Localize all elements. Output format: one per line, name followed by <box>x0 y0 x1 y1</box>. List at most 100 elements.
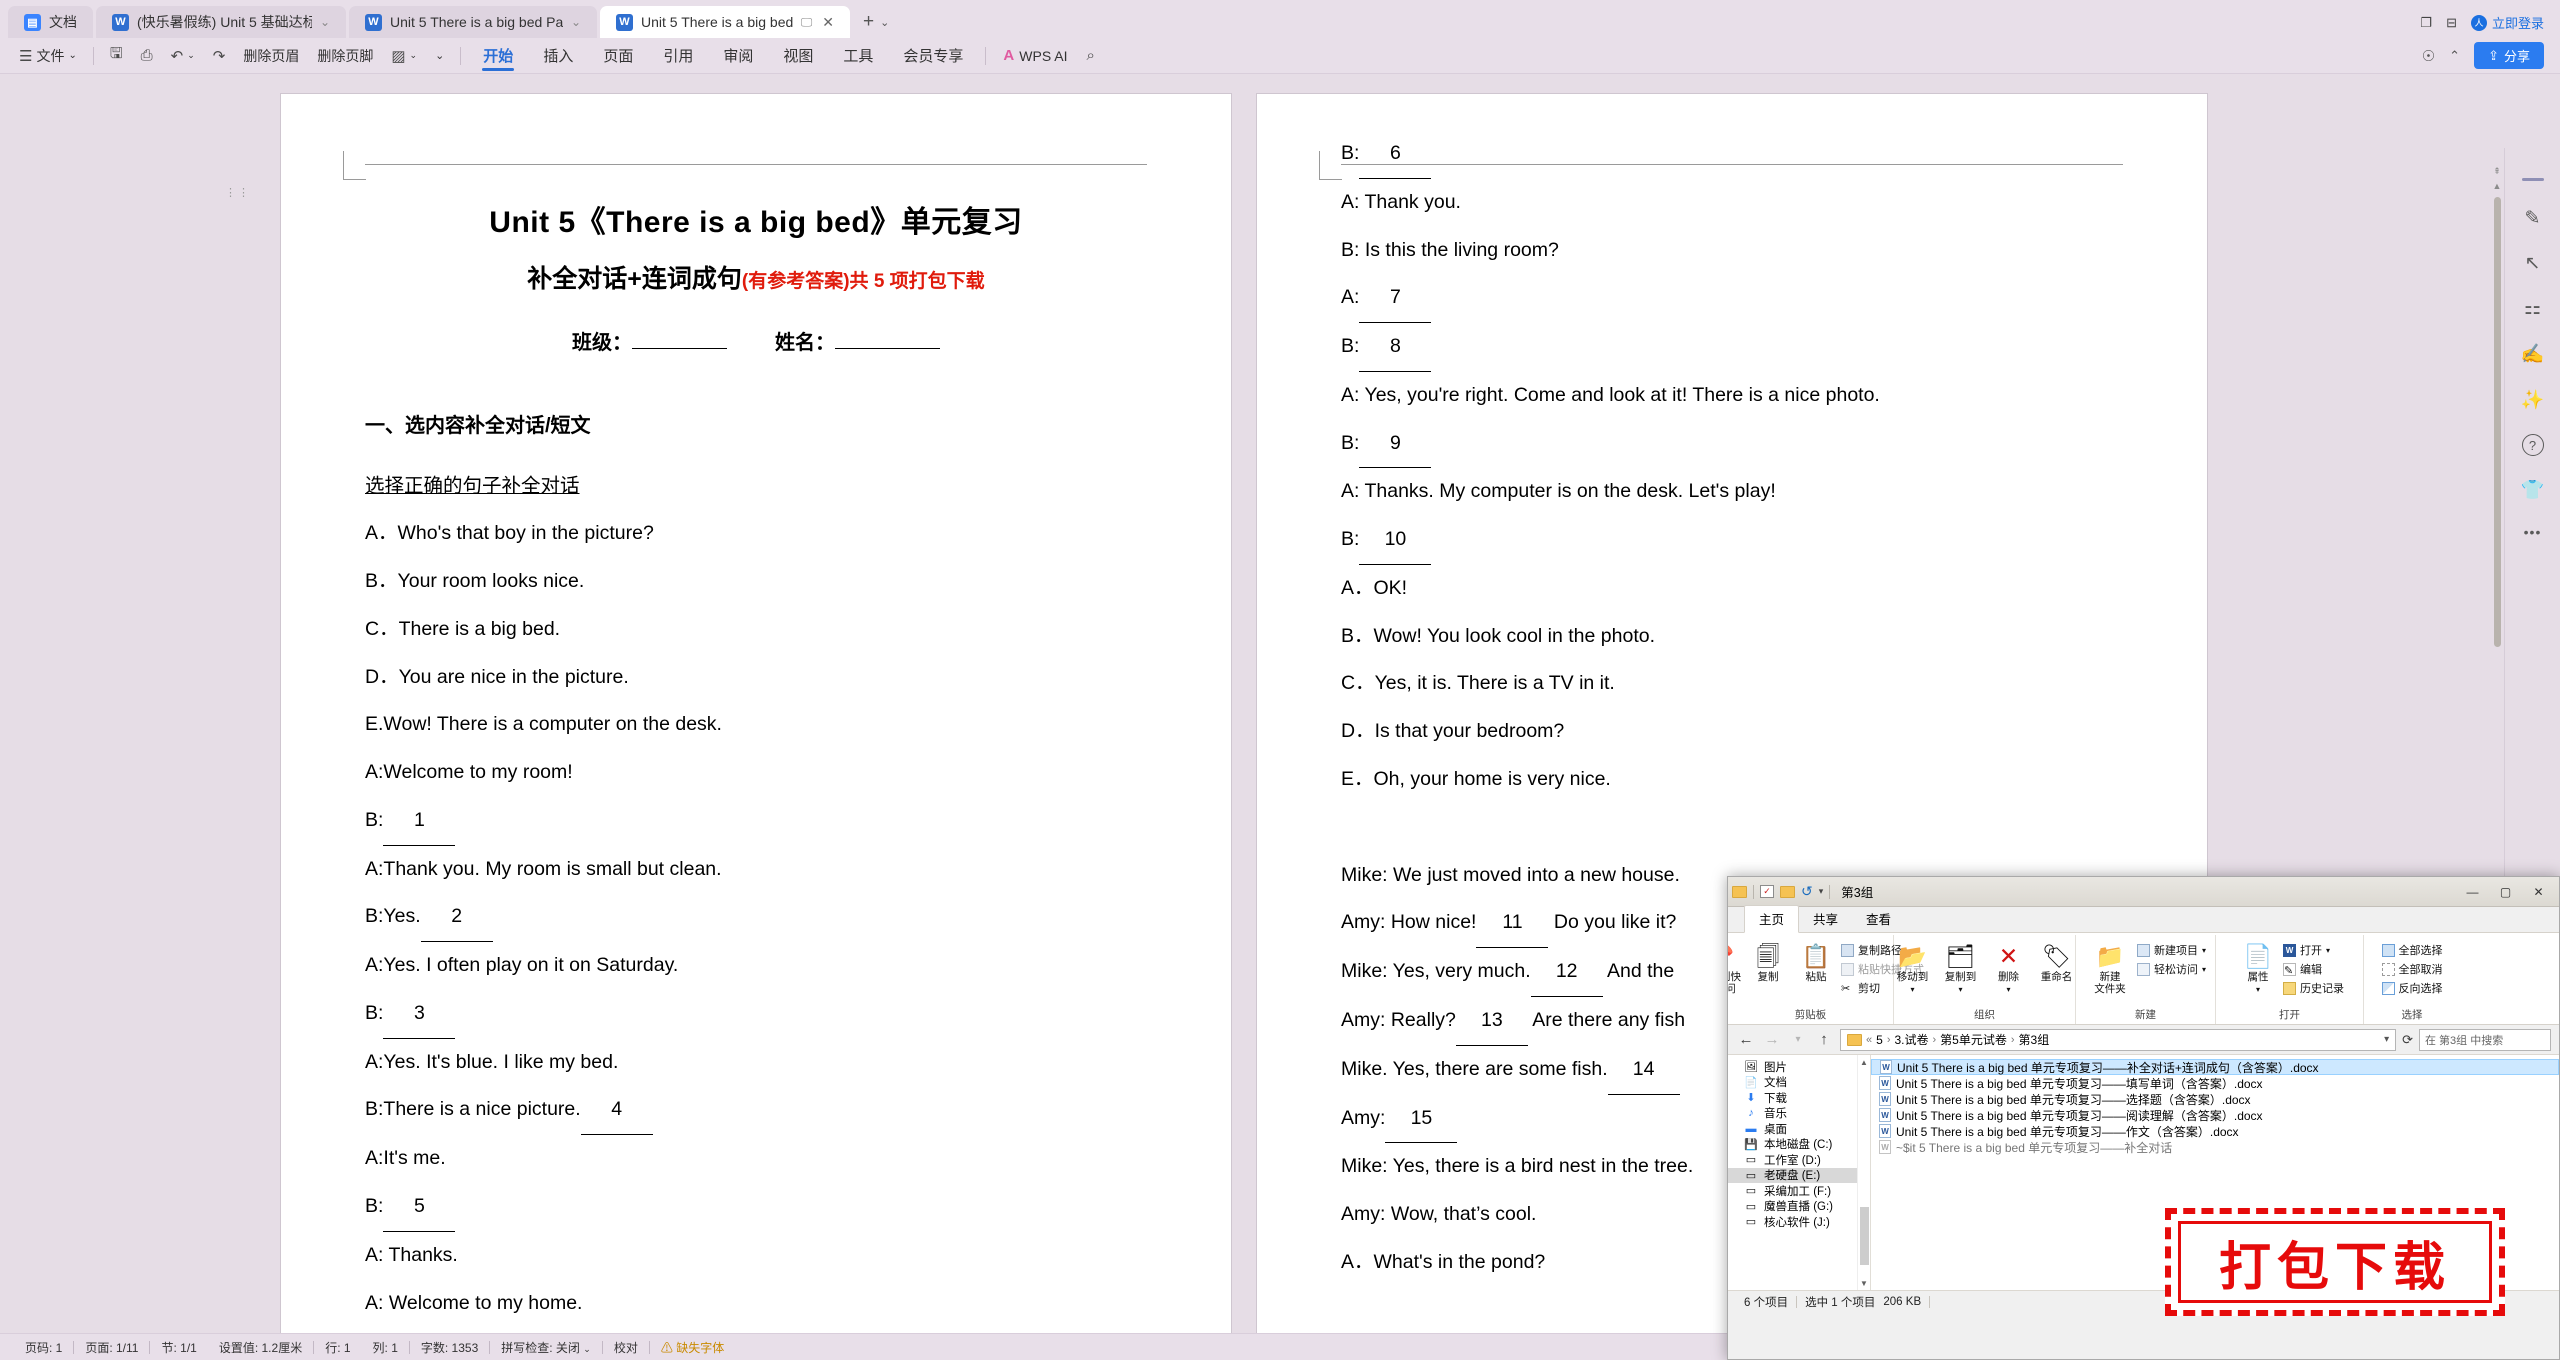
file-row[interactable]: W Unit 5 There is a big bed 单元专项复习——补全对话+… <box>1871 1059 2559 1075</box>
minimize-icon[interactable]: ⊟ <box>2446 15 2457 31</box>
tab-reference[interactable]: 引用 <box>648 39 708 73</box>
scrollbar-thumb[interactable] <box>1859 1207 1869 1265</box>
answer-blank[interactable]: 6 <box>1359 130 1432 179</box>
tab-share[interactable]: 共享 <box>1799 906 1852 932</box>
chevron-down-icon[interactable]: ▾ <box>1958 985 1962 994</box>
invert-selection-button[interactable]: 反向选择 <box>2381 980 2443 996</box>
explorer-title-bar[interactable]: ✓ ↺ ▾ 第3组 — ▢ ✕ <box>1728 877 2559 907</box>
back-icon[interactable]: ← <box>1736 1031 1756 1048</box>
breadcrumb-overflow[interactable]: « <box>1866 1034 1872 1046</box>
undo-icon[interactable]: ↺ <box>1801 883 1813 900</box>
undo-button[interactable]: ↶ ⌄ <box>162 42 204 70</box>
breadcrumb-item-unit5[interactable]: 第5单元试卷 <box>1940 1031 2007 1048</box>
chevron-down-icon[interactable]: ▾ <box>1819 886 1824 897</box>
hand-write-icon[interactable]: ✍ <box>2521 342 2545 366</box>
scrollbar-thumb[interactable] <box>2493 197 2501 647</box>
open-button[interactable]: W 打开 ▾ <box>2283 942 2344 958</box>
new-folder-button[interactable]: 📁 新建 文件夹 <box>2085 939 2135 996</box>
nav-item-desktop[interactable]: ▬ 桌面 <box>1728 1121 1870 1137</box>
chevron-down-icon[interactable]: ▾ <box>2326 946 2330 955</box>
answer-blank[interactable]: 14 <box>1607 1046 1680 1095</box>
tab-view[interactable]: 视图 <box>768 39 828 73</box>
chevron-down-icon[interactable]: ▾ <box>2384 1034 2389 1045</box>
select-none-button[interactable]: 全部取消 <box>2381 961 2443 977</box>
wps-ai-button[interactable]: A WPS AI <box>993 47 1077 64</box>
scroll-top-icon[interactable]: ⇞ <box>2493 166 2501 177</box>
copy-button[interactable]: 🗐 复制 <box>1745 939 1791 983</box>
nav-item-drive-d[interactable]: ▭ 工作室 (D:) <box>1728 1152 1870 1168</box>
status-missing-font[interactable]: ⚠ 缺失字体 <box>650 1339 735 1356</box>
more-quick-button[interactable]: ⌄ <box>426 42 453 70</box>
search-button[interactable]: ⌕ <box>1078 42 1104 70</box>
shirt-icon[interactable]: 👕 <box>2521 478 2545 502</box>
share-button[interactable]: ⇪ 分享 <box>2474 42 2544 69</box>
tab-review[interactable]: 审阅 <box>708 39 768 73</box>
paste-button[interactable]: 📋 粘贴 <box>1793 939 1839 983</box>
breadcrumb-item-shijuan[interactable]: 3.试卷 <box>1894 1031 1928 1048</box>
answer-blank[interactable]: 11 <box>1476 899 1549 949</box>
chevron-down-icon[interactable]: ▾ <box>2256 985 2260 994</box>
navigation-pane[interactable]: 🖼 图片 📄 文档 ⬇ 下载 ♪ 音乐 ▬ 桌面 💾 本地磁盘 (C:) ▭ 工作室 (D:)… <box>1728 1055 1871 1290</box>
search-input[interactable]: 在 第3组 中搜索 <box>2419 1028 2551 1051</box>
breadcrumb-item-group3[interactable]: 第3组 <box>2019 1031 2050 1048</box>
scroll-up-arrow-icon[interactable]: ▲ <box>1860 1058 1868 1067</box>
name-blank[interactable] <box>835 347 940 349</box>
tab-insert[interactable]: 插入 <box>528 39 588 73</box>
nav-item-drive-g[interactable]: ▭ 魔兽直播 (G:) <box>1728 1199 1870 1215</box>
breadcrumb-item-5[interactable]: 5 <box>1876 1033 1883 1047</box>
new-tab-button[interactable]: + ⌄ <box>853 6 899 38</box>
answer-blank[interactable]: 13 <box>1455 997 1528 1046</box>
chevron-down-icon[interactable]: ▾ <box>2202 946 2206 955</box>
properties-icon[interactable]: ✓ <box>1760 885 1774 898</box>
breadcrumb[interactable]: « 5 › 3.试卷 › 第5单元试卷 › 第3组 ▾ <box>1840 1028 2397 1051</box>
redo-button[interactable]: ↷ <box>204 42 235 70</box>
tab-member[interactable]: 会员专享 <box>888 39 978 73</box>
nav-item-drive-j[interactable]: ▭ 核心软件 (J:) <box>1728 1214 1870 1230</box>
file-row[interactable]: W Unit 5 There is a big bed 单元专项复习——作文（含答… <box>1871 1123 2559 1139</box>
nav-item-pictures[interactable]: 🖼 图片 <box>1728 1059 1870 1075</box>
answer-blank[interactable]: 5 <box>383 1183 456 1232</box>
answer-blank[interactable]: 4 <box>580 1086 653 1136</box>
answer-blank[interactable]: 9 <box>1359 420 1432 469</box>
edit-button[interactable]: ✎ 编辑 <box>2283 961 2344 977</box>
close-icon[interactable]: ✕ <box>2522 885 2555 899</box>
tab-partb[interactable]: W Unit 5 There is a big bed Part B ⌄ <box>349 6 597 38</box>
history-button[interactable]: 历史记录 <box>2283 980 2344 996</box>
tab-document[interactable]: ▤ 文档 <box>8 6 93 38</box>
nav-item-drive-e[interactable]: ▭ 老硬盘 (E:) <box>1728 1167 1870 1183</box>
login-button[interactable]: 人 立即登录 <box>2470 13 2544 32</box>
minimize-icon[interactable]: — <box>2456 885 2489 899</box>
tab-home[interactable]: 主页 <box>1744 905 1800 933</box>
properties-button[interactable]: 📄 属性 ▾ <box>2235 939 2281 995</box>
answer-blank[interactable]: 2 <box>420 893 493 943</box>
delete-header-button[interactable]: 删除页眉 <box>234 42 308 70</box>
status-proofread[interactable]: 校对 <box>603 1339 649 1356</box>
tab-kuaile[interactable]: W (快乐暑假练) Unit 5 基础达标卷 ⌄ <box>96 6 346 38</box>
chevron-down-icon[interactable]: ⌄ <box>410 50 418 61</box>
file-row[interactable]: W ~$it 5 There is a big bed 单元专项复习——补全对话 <box>1871 1139 2559 1155</box>
document-page-left[interactable]: ⋮⋮ Unit 5《There is a big bed》单元复习 补全对话+连… <box>225 94 1231 1333</box>
print-button[interactable]: ⎙ <box>132 42 162 70</box>
tab-page[interactable]: 页面 <box>588 39 648 73</box>
scroll-down-arrow-icon[interactable]: ▼ <box>1860 1279 1868 1288</box>
answer-blank[interactable]: 12 <box>1530 948 1603 998</box>
tab-start[interactable]: 开始 <box>468 39 528 73</box>
answer-blank[interactable]: 15 <box>1385 1095 1458 1144</box>
nav-item-drive-c[interactable]: 💾 本地磁盘 (C:) <box>1728 1137 1870 1153</box>
answer-blank[interactable]: 8 <box>1359 323 1432 372</box>
copy-to-button[interactable]: 🗂 复制到 ▾ <box>1938 939 1984 995</box>
help-circle-icon[interactable]: ☉ <box>2422 47 2435 65</box>
nav-item-music[interactable]: ♪ 音乐 <box>1728 1106 1870 1122</box>
file-row[interactable]: W Unit 5 There is a big bed 单元专项复习——阅读理解（… <box>1871 1107 2559 1123</box>
status-spellcheck[interactable]: 拼写检查: 关闭 ⌄ <box>490 1339 602 1356</box>
format-painter-button[interactable]: ▨ ⌄ <box>382 42 426 70</box>
up-icon[interactable]: ↑ <box>1814 1031 1834 1048</box>
forward-icon[interactable]: → <box>1762 1031 1782 1048</box>
easy-access-button[interactable]: 轻松访问 ▾ <box>2136 961 2206 977</box>
nav-item-downloads[interactable]: ⬇ 下载 <box>1728 1090 1870 1106</box>
file-row[interactable]: W Unit 5 There is a big bed 单元专项复习——填写单词（… <box>1871 1075 2559 1091</box>
delete-button[interactable]: ✕ 删除 ▾ <box>1986 939 2032 995</box>
pin-to-quick-access-button[interactable]: 📌 固定到快 速访问 <box>1728 939 1743 996</box>
chevron-down-icon[interactable]: ▾ <box>1910 985 1914 994</box>
nav-item-drive-f[interactable]: ▭ 采编加工 (F:) <box>1728 1183 1870 1199</box>
